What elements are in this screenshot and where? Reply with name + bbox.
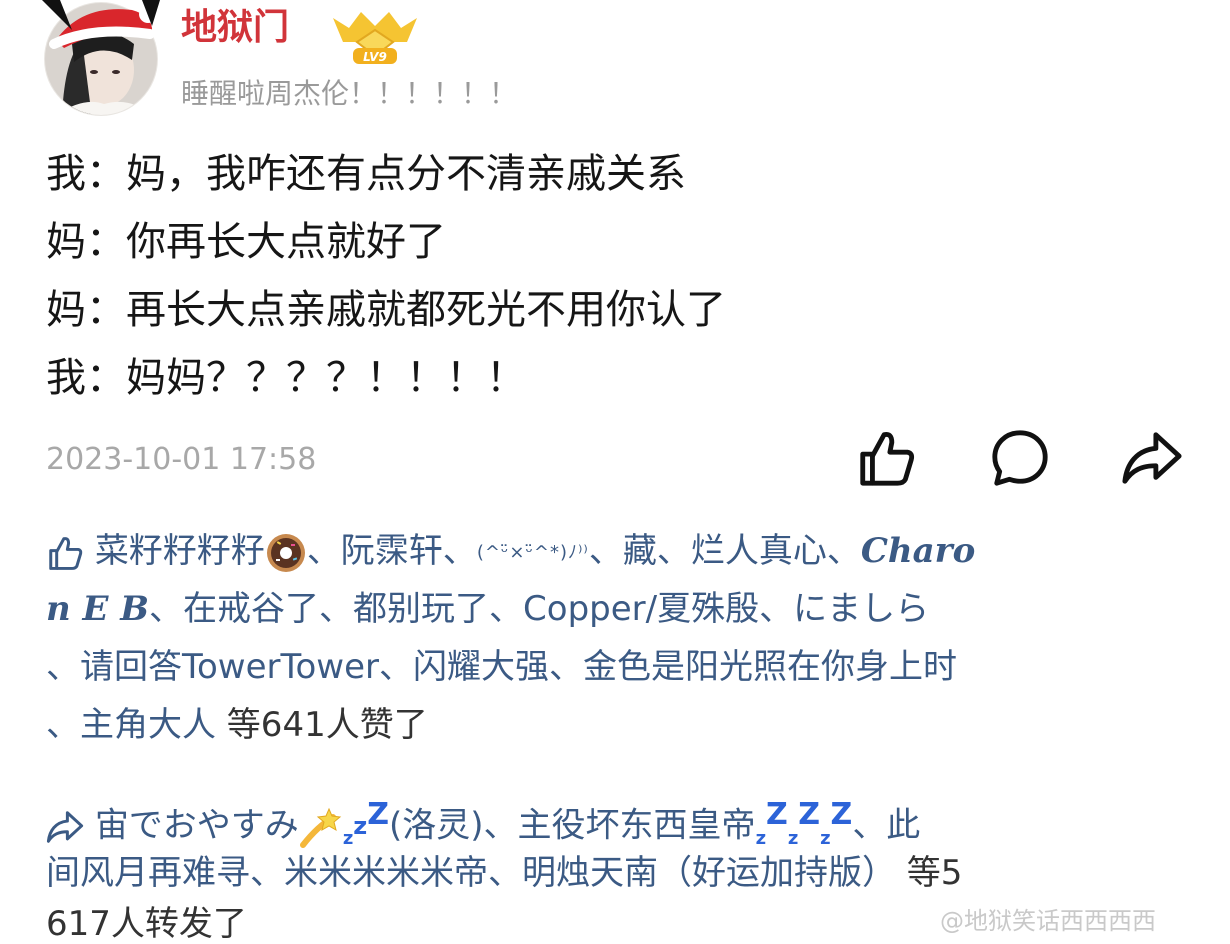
username[interactable]: 地狱门 <box>181 6 289 50</box>
liker-names[interactable]: 、在戒谷了、都别玩了、Copper/夏殊殷、にましら <box>149 589 929 629</box>
share-button[interactable] <box>1118 424 1186 492</box>
liker-names[interactable]: 、主角大人 <box>46 705 216 745</box>
post-body: 我：妈，我咋还有点分不清亲戚关系 妈：你再长大点就好了 妈：再长大点亲戚就都死光… <box>46 140 1196 412</box>
likes-count[interactable]: 等641人赞了 <box>216 705 428 745</box>
donut-icon <box>266 533 305 572</box>
liker-kaomoji[interactable]: (^ᵕ̈×ᵕ̈^*)ﾉ⁾⁾ <box>477 542 589 563</box>
thumbs-up-icon <box>49 536 83 570</box>
reposts-row: 间风月再难寻、米米米米米帝、明烛天南（好运加持版） 等5 <box>46 844 1196 902</box>
liker-names[interactable]: 、阮霂轩、 <box>307 531 477 571</box>
reposts-count[interactable]: 等5 <box>896 853 963 893</box>
post-line: 我：妈，我咋还有点分不清亲戚关系 <box>46 151 686 197</box>
comment-bubble-icon <box>992 430 1048 486</box>
share-arrow-icon <box>1122 432 1182 484</box>
post-line: 妈：再长大点亲戚就都死光不用你认了 <box>46 287 726 333</box>
reposter-names[interactable]: (洛灵)、主役坏东西皇帝 <box>389 806 756 846</box>
liker-name-charon[interactable]: Charo <box>861 531 975 571</box>
likes-list: 菜籽籽籽籽 、阮霂轩、(^ᵕ̈×ᵕ̈^*)ﾉ⁾⁾、藏、烂人真心、Charo n … <box>46 522 1196 754</box>
likes-row: 、主角大人 等641人赞了 <box>46 696 1196 754</box>
liker-names[interactable]: 、藏、烂人真心、 <box>589 531 861 571</box>
watermark: @地狱笑话西西西西 <box>940 907 1156 935</box>
post-line: 我：妈妈？？？？！！！！ <box>46 355 526 401</box>
likes-row: n E B、在戒谷了、都别玩了、Copper/夏殊殷、にましら <box>46 580 1196 638</box>
svg-text:LV9: LV9 <box>363 50 387 64</box>
shooting-star-icon <box>299 807 342 848</box>
share-arrow-icon <box>46 811 84 843</box>
likes-row[interactable]: 、请回答TowerTower、闪耀大强、金色是阳光照在你身上时 <box>46 638 1196 696</box>
reposter-name[interactable]: 宙でおやすみ <box>95 806 299 846</box>
comment-button[interactable] <box>986 424 1054 492</box>
post-line: 妈：你再长大点就好了 <box>46 219 446 265</box>
reposts-list: 宙でおやすみ zzZ(洛灵)、主役坏东西皇帝zZzZzZ、此 间风月再难寻、米米… <box>46 786 1196 902</box>
like-button[interactable] <box>852 424 920 492</box>
reposter-names[interactable]: 间风月再难寻、米米米米米帝、明烛天南（好运加持版） <box>46 853 896 893</box>
likes-row: 菜籽籽籽籽 、阮霂轩、(^ᵕ̈×ᵕ̈^*)ﾉ⁾⁾、藏、烂人真心、Charo <box>46 522 1196 580</box>
avatar[interactable] <box>42 0 160 118</box>
liker-name[interactable]: 菜籽籽籽籽 <box>95 531 265 571</box>
liker-name-charon[interactable]: n E B <box>46 589 149 629</box>
reposts-count-continued[interactable]: 617人转发了 <box>46 904 247 944</box>
reposts-row: 宙でおやすみ zzZ(洛灵)、主役坏东西皇帝zZzZzZ、此 <box>46 786 1196 849</box>
reposter-names[interactable]: 、此 <box>852 806 920 846</box>
level-badge: LV9 <box>327 8 423 66</box>
user-subtitle: 睡醒啦周杰伦！！！！！！ <box>181 77 518 110</box>
thumbs-up-icon <box>860 432 915 486</box>
post-timestamp: 2023-10-01 17:58 <box>46 442 317 477</box>
